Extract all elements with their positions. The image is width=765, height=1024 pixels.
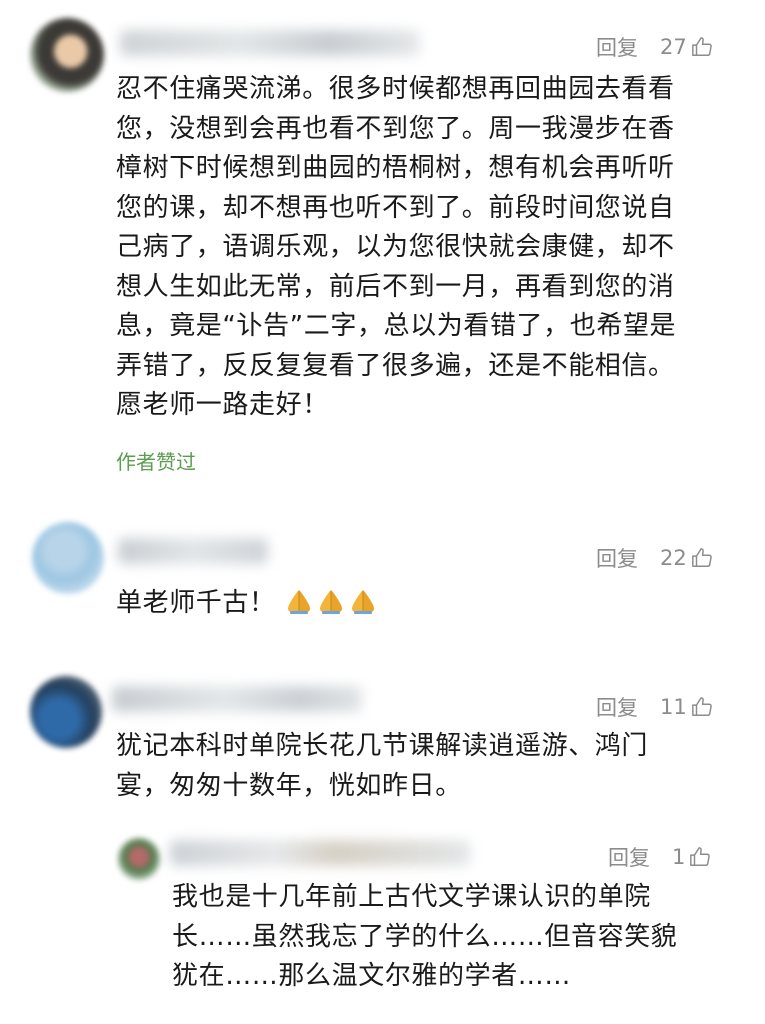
- thumbs-up-icon[interactable]: [689, 846, 711, 868]
- comment-line: 愿老师一路走好！: [116, 390, 329, 420]
- username-blurred[interactable]: [112, 686, 362, 712]
- like-count: 27: [660, 35, 687, 59]
- comment-text: 忍不住痛哭流涕。很多时候都想再回曲园去看看 您，没想到会再也看不到您了。周一我漫…: [116, 70, 676, 426]
- comment-line: 忍不住痛哭流涕。很多时候都想再回曲园去看看: [116, 74, 675, 104]
- reply-username-blurred[interactable]: [170, 840, 470, 866]
- thumbs-up-icon[interactable]: [691, 547, 713, 569]
- comment-line: 您的课，却不想再也听不到了。前段时间您说自: [116, 192, 675, 223]
- thumbs-up-icon[interactable]: [691, 36, 713, 58]
- comment-line: 犹记本科时单院长花几节课解读逍遥游、鸿门: [116, 731, 649, 761]
- folded-hands-icon: [316, 587, 346, 615]
- comment-text: 单老师千古！: [116, 584, 380, 624]
- reply-line: 长……虽然我忘了学的什么……但音容笑貌: [172, 921, 678, 952]
- reply-actions: 回复 1: [608, 842, 711, 872]
- like-count: 1: [672, 845, 686, 869]
- comment-line: 想人生如此无常，前后不到一月，再看到您的消: [116, 271, 675, 302]
- author-liked-badge: 作者赞过: [116, 450, 196, 474]
- comment-actions: 回复 22: [596, 543, 713, 573]
- reply-button[interactable]: 回复: [596, 543, 638, 573]
- reply-button[interactable]: 回复: [596, 692, 638, 722]
- avatar[interactable]: [32, 522, 104, 594]
- comment-line: 宴，匆匆十数年，恍如昨日。: [116, 770, 462, 801]
- like-count: 22: [660, 546, 687, 570]
- folded-hands-icon: [348, 587, 378, 615]
- reply-line: 我也是十几年前上古代文学课认识的单院: [172, 882, 651, 912]
- like-count: 11: [660, 695, 687, 719]
- thumbs-up-icon[interactable]: [691, 696, 713, 718]
- folded-hands-icon: [284, 587, 314, 615]
- reply-avatar[interactable]: [118, 838, 160, 880]
- comment-actions: 回复 11: [596, 692, 713, 722]
- comment-line: 单老师千古！: [116, 588, 276, 618]
- comment-line: 己病了，语调乐观，以为您很快就会康健，却不: [116, 232, 675, 262]
- comment-line: 弄错了，反反复复看了很多遍，还是不能相信。: [116, 350, 675, 381]
- avatar[interactable]: [30, 18, 104, 92]
- comment-line: 樟树下时候想到曲园的梧桐树，想有机会再听听: [116, 153, 675, 183]
- reply-text: 我也是十几年前上古代文学课认识的单院 长……虽然我忘了学的什么……但音容笑貌 犹…: [172, 878, 677, 997]
- comment-text: 犹记本科时单院长花几节课解读逍遥游、鸿门 宴，匆匆十数年，恍如昨日。: [116, 727, 648, 806]
- reply-button[interactable]: 回复: [608, 842, 650, 872]
- username-blurred[interactable]: [120, 30, 420, 56]
- comment-line: 您，没想到会再也看不到您了。周一我漫步在香: [116, 113, 675, 144]
- comment-actions: 回复 27: [596, 32, 713, 62]
- comment-line: 息，竟是“讣告”二字，总以为看错了，也希望是: [116, 311, 677, 341]
- username-blurred[interactable]: [118, 538, 268, 564]
- reply-line: 犹在……那么温文尔雅的学者……: [172, 961, 572, 991]
- reply-button[interactable]: 回复: [596, 32, 638, 62]
- avatar[interactable]: [30, 676, 102, 748]
